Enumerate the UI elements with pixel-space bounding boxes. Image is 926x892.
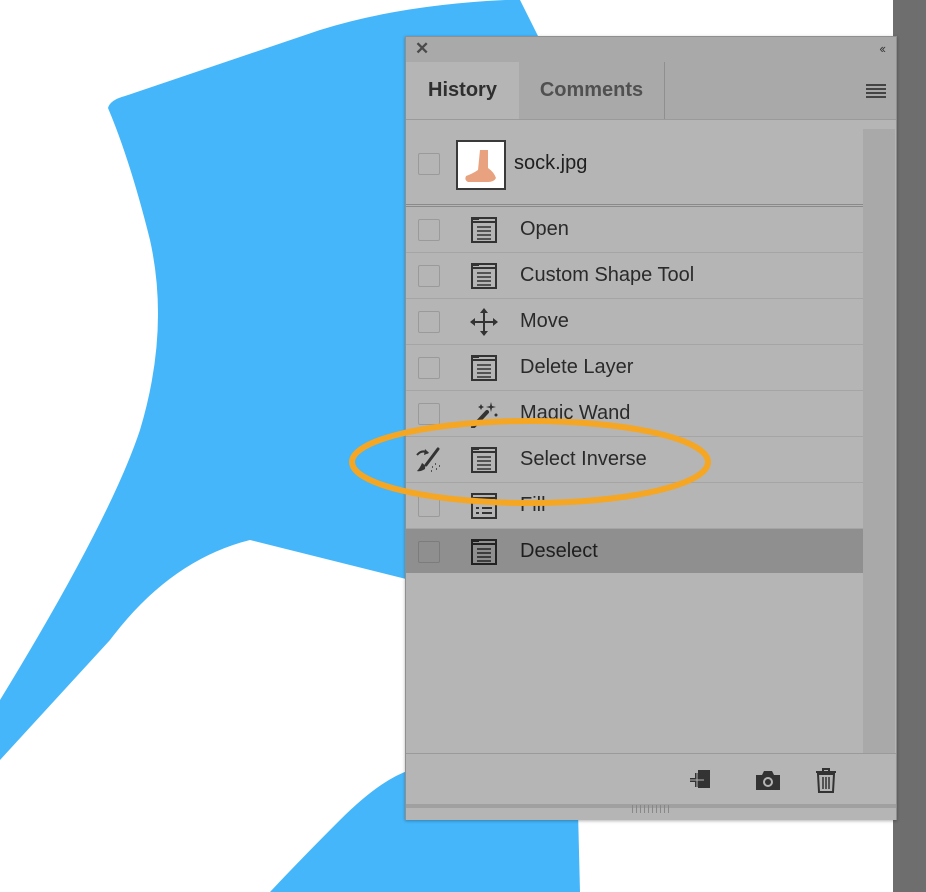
history-brush-source-checkbox[interactable] — [418, 357, 440, 379]
history-item-label: Custom Shape Tool — [520, 264, 695, 286]
panel-menu-icon[interactable] — [866, 84, 886, 100]
camera-snapshot-icon[interactable] — [754, 766, 782, 794]
right-dock-strip — [893, 0, 926, 892]
tab-bar: History Comments — [406, 62, 896, 120]
history-item-move[interactable]: Move — [406, 299, 863, 345]
history-item-open[interactable]: Open — [406, 207, 863, 253]
new-document-from-state-icon[interactable] — [688, 766, 716, 794]
move-arrows-icon — [470, 308, 498, 336]
snapshot-name: sock.jpg — [514, 152, 588, 174]
history-item-label: Deselect — [520, 540, 598, 562]
history-brush-source-checkbox[interactable] — [418, 311, 440, 333]
snapshot-row[interactable]: sock.jpg — [406, 120, 863, 207]
history-item-delete-layer[interactable]: Delete Layer — [406, 345, 863, 391]
history-item-label: Open — [520, 218, 569, 240]
history-item-deselect[interactable]: Deselect — [406, 529, 863, 573]
collapse-icon[interactable]: ‹‹ — [879, 40, 886, 58]
history-item-label: Move — [520, 310, 569, 332]
history-brush-source-checkbox[interactable] — [418, 153, 440, 175]
document-icon — [471, 355, 497, 381]
scrollbar-track[interactable] — [863, 129, 895, 753]
trash-icon[interactable] — [812, 766, 840, 794]
highlight-ellipse — [349, 418, 711, 506]
document-icon — [471, 263, 497, 289]
tab-comments[interactable]: Comments — [519, 62, 665, 119]
panel-footer — [406, 753, 896, 820]
history-brush-source-checkbox[interactable] — [418, 219, 440, 241]
tab-history[interactable]: History — [406, 62, 519, 119]
history-brush-source-checkbox[interactable] — [418, 541, 440, 563]
close-icon[interactable]: ✕ — [415, 39, 429, 59]
history-brush-source-checkbox[interactable] — [418, 265, 440, 287]
document-icon — [471, 539, 497, 565]
history-item-custom-shape-tool[interactable]: Custom Shape Tool — [406, 253, 863, 299]
foot-thumbnail-icon — [456, 140, 506, 190]
history-item-label: Delete Layer — [520, 356, 634, 378]
resize-grip[interactable] — [632, 805, 670, 813]
panel-titlebar[interactable]: ✕ ‹‹ — [406, 37, 896, 62]
document-icon — [471, 217, 497, 243]
